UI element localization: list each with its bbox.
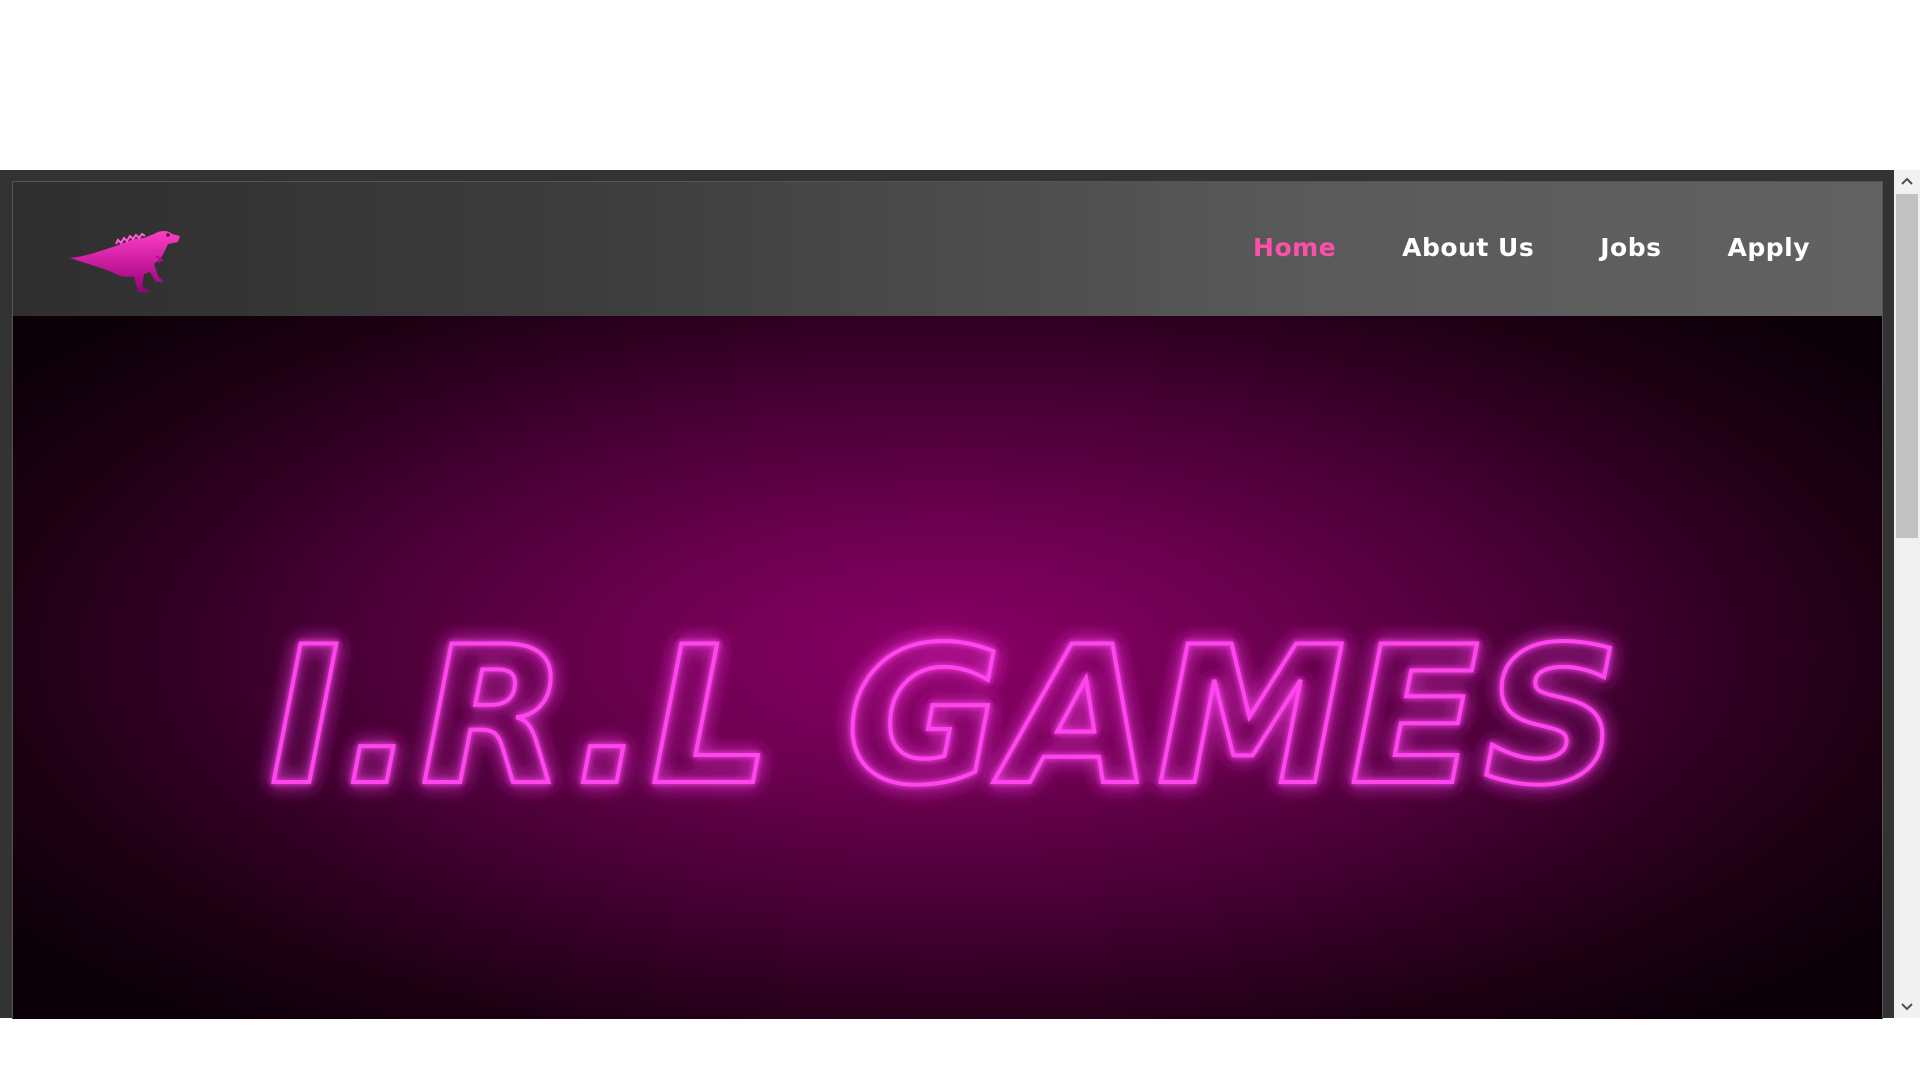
scrollbar-thumb[interactable] [1896, 194, 1918, 538]
nav-about-us-link[interactable]: About Us [1402, 233, 1534, 262]
nav-home-link[interactable]: Home [1253, 233, 1336, 262]
hero-title-text: I.R.L GAMES [270, 616, 1625, 816]
chevron-down-icon[interactable] [1894, 996, 1920, 1018]
chevron-up-icon[interactable] [1894, 170, 1920, 192]
nav-menu: Home About Us Jobs Apply [1187, 222, 1810, 272]
nav-apply-link[interactable]: Apply [1727, 233, 1810, 262]
dinosaur-logo-icon[interactable] [68, 220, 183, 298]
hero-neon-title: I.R.L GAMES [268, 616, 1625, 816]
vertical-scrollbar[interactable] [1894, 170, 1920, 1018]
page-frame: Home About Us Jobs Apply I.R.L GAMES [12, 181, 1883, 1019]
nav-jobs-link[interactable]: Jobs [1600, 233, 1661, 262]
hero-banner: I.R.L GAMES [13, 316, 1882, 1019]
navbar: Home About Us Jobs Apply [13, 182, 1882, 316]
browser-viewport: Home About Us Jobs Apply I.R.L GAMES [0, 170, 1920, 1019]
